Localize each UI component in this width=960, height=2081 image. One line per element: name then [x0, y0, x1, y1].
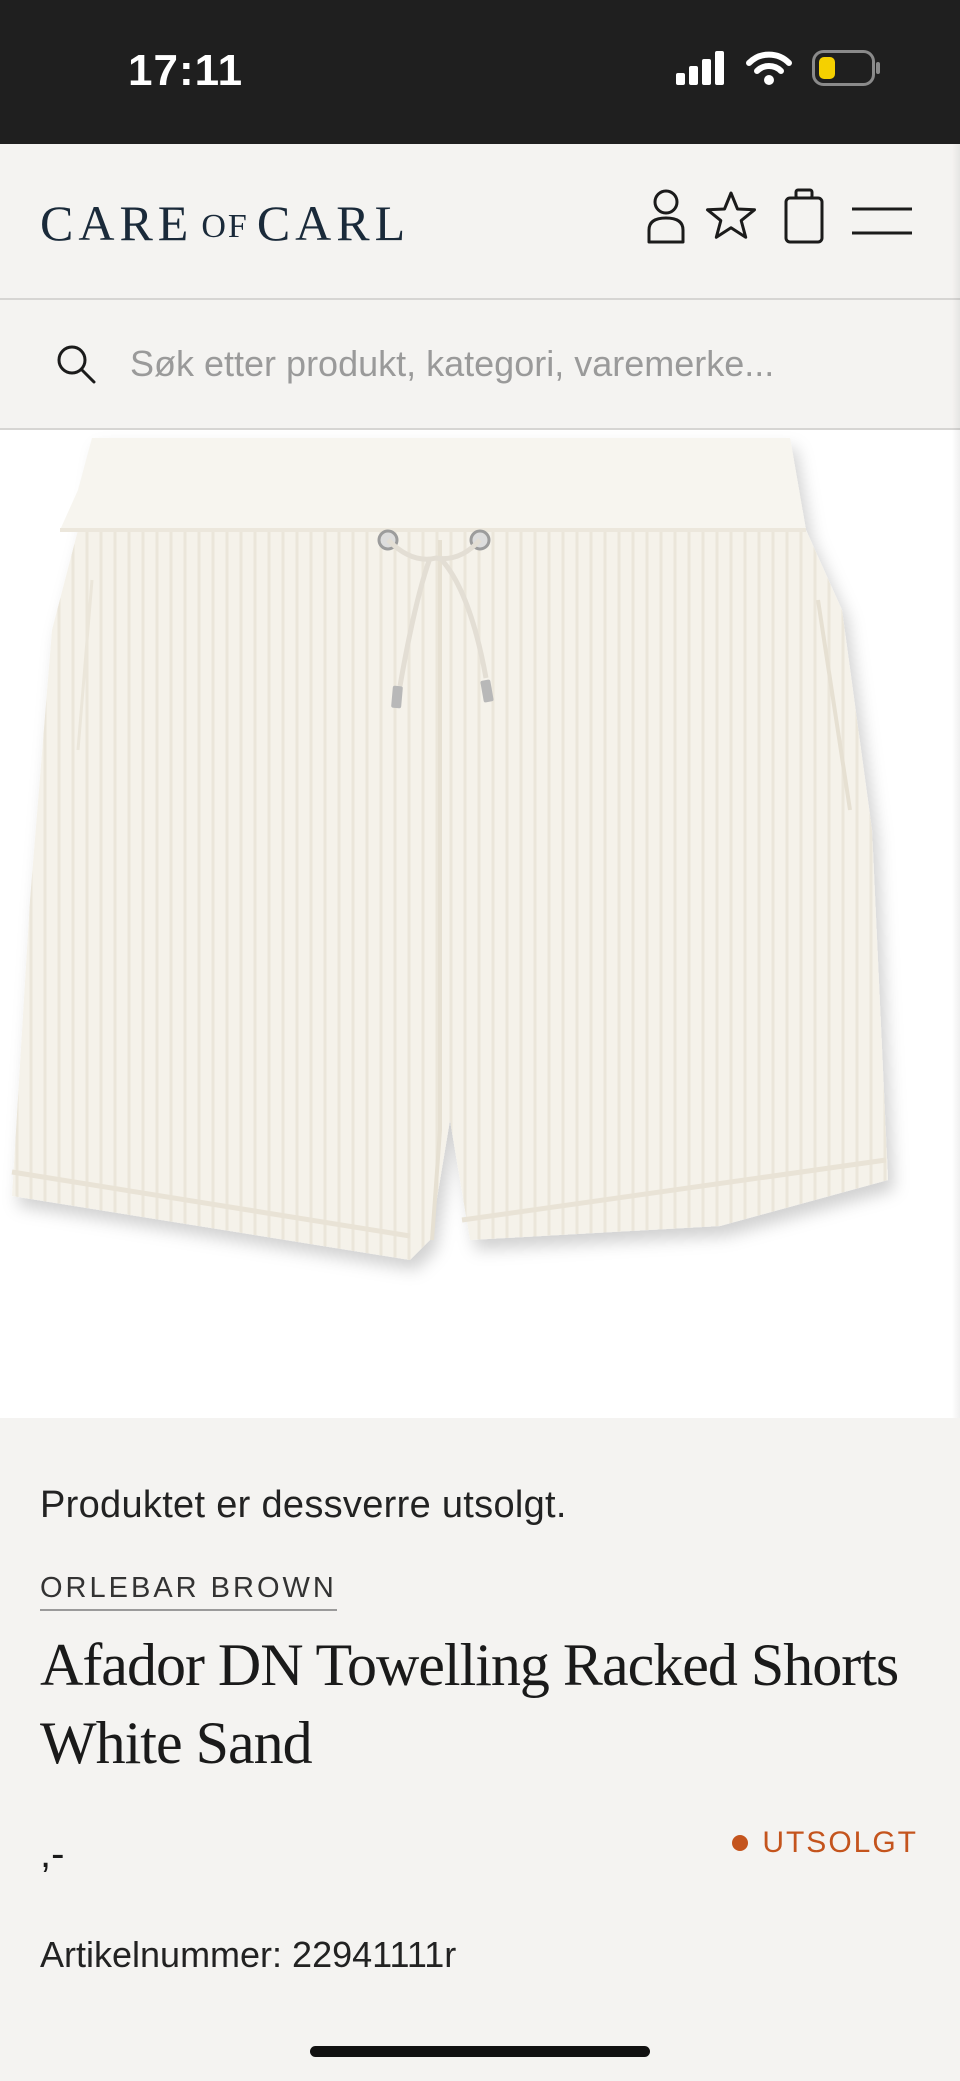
- status-icons: [676, 50, 882, 91]
- search-input[interactable]: [130, 336, 930, 392]
- search-icon[interactable]: [56, 344, 96, 389]
- status-bar: 17:11: [0, 0, 960, 144]
- article-number: Artikelnummer: 22941111r: [40, 1934, 457, 1975]
- brand-link[interactable]: ORLEBAR BROWN: [40, 1572, 337, 1611]
- wifi-icon: [746, 51, 792, 90]
- status-label: UTSOLGT: [762, 1826, 918, 1859]
- account-icon[interactable]: [646, 188, 686, 249]
- shopping-bag-icon[interactable]: [784, 188, 824, 249]
- menu-icon[interactable]: [852, 206, 912, 241]
- soldout-message: Produktet er dessverre utsolgt.: [40, 1484, 567, 1526]
- search-bar: [0, 300, 960, 430]
- shorts-illustration: [11, 438, 888, 1260]
- battery-icon: [812, 50, 882, 91]
- status-badge: UTSOLGT: [732, 1826, 918, 1860]
- page-edge-shadow: [952, 144, 960, 1418]
- site-logo[interactable]: CARE OF CARL: [40, 194, 410, 252]
- logo-word-carl: CARL: [256, 195, 411, 251]
- product-image[interactable]: [0, 430, 960, 1418]
- status-time: 17:11: [128, 46, 244, 95]
- product-title: Afador DN Towelling Racked Shorts White …: [40, 1632, 899, 1776]
- wishlist-star-icon[interactable]: [704, 190, 758, 247]
- signal-icon: [676, 51, 726, 90]
- site-header: CARE OF CARL: [0, 144, 960, 300]
- home-indicator[interactable]: [310, 2046, 650, 2057]
- logo-word-care: CARE: [40, 195, 194, 251]
- product-info: Produktet er dessverre utsolgt. ORLEBAR …: [0, 1418, 960, 2081]
- logo-word-of: OF: [201, 208, 249, 245]
- product-price: ,-: [40, 1832, 65, 1876]
- status-dot-icon: [732, 1835, 749, 1851]
